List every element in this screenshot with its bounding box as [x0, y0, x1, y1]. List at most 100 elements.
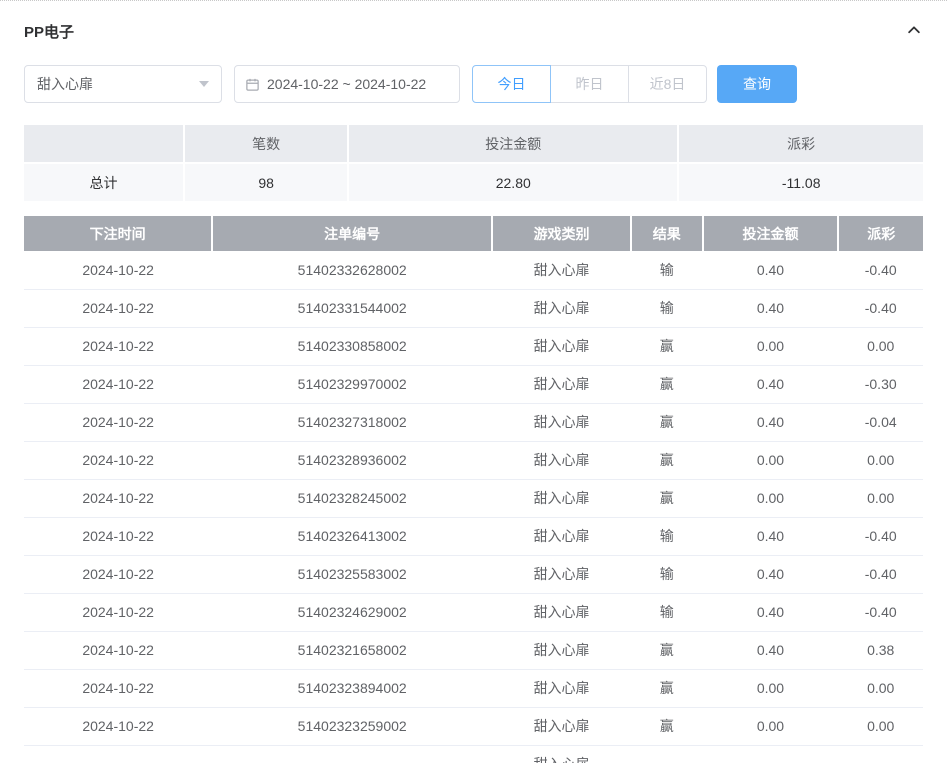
caret-down-icon — [199, 81, 209, 87]
table-cell: 甜入心扉 — [492, 745, 631, 763]
table-cell: -0.40 — [838, 517, 923, 555]
table-cell: 甜入心扉 — [492, 517, 631, 555]
table-cell: -0.40 — [838, 251, 923, 289]
table-cell: 2024-10-22 — [24, 479, 212, 517]
table-row: 总计9822.80-11.08 — [24, 163, 923, 201]
table-cell: 51402327318002 — [212, 403, 492, 441]
table-row: 2024-10-2251402326413002甜入心扉输0.40-0.40 — [24, 517, 923, 555]
quick-filter-yesterday[interactable]: 昨日 — [550, 65, 629, 103]
table-cell: 甜入心扉 — [492, 365, 631, 403]
calendar-icon — [245, 77, 260, 92]
column-header: 投注金额 — [703, 216, 839, 251]
column-header — [24, 125, 184, 163]
search-button[interactable]: 查询 — [717, 65, 797, 103]
table-row: 2024-10-2251402323259002甜入心扉赢0.000.00 — [24, 707, 923, 745]
panel-pp-electronic: PP电子 甜入心扉 2024-10-22 ~ 2024-10-22 — [0, 0, 947, 763]
table-cell: 51402323259002 — [212, 707, 492, 745]
table-cell: 2024-10-22 — [24, 403, 212, 441]
summary-table: 笔数投注金额派彩 总计9822.80-11.08 — [24, 125, 923, 201]
table-cell — [631, 745, 702, 763]
game-select-value: 甜入心扉 — [37, 74, 93, 94]
date-range-value: 2024-10-22 ~ 2024-10-22 — [267, 76, 426, 92]
table-row: 2024-10-2251402324629002甜入心扉输0.40-0.40 — [24, 593, 923, 631]
column-header: 派彩 — [838, 216, 923, 251]
table-row: 甜入心扉 — [24, 745, 923, 763]
table-cell: 98 — [184, 163, 348, 201]
table-cell: 51402332628002 — [212, 251, 492, 289]
table-cell: 0.40 — [703, 365, 839, 403]
table-cell: 甜入心扉 — [492, 441, 631, 479]
table-cell: 输 — [631, 517, 702, 555]
table-cell: 赢 — [631, 403, 702, 441]
table-cell: 甜入心扉 — [492, 707, 631, 745]
table-cell: 0.00 — [703, 441, 839, 479]
table-cell: 2024-10-22 — [24, 517, 212, 555]
table-cell: 赢 — [631, 631, 702, 669]
table-cell: 51402328936002 — [212, 441, 492, 479]
table-cell: 2024-10-22 — [24, 251, 212, 289]
game-select[interactable]: 甜入心扉 — [24, 65, 222, 103]
table-cell: 甜入心扉 — [492, 669, 631, 707]
table-cell — [212, 745, 492, 763]
column-header: 注单编号 — [212, 216, 492, 251]
table-cell: 51402331544002 — [212, 289, 492, 327]
table-cell: 51402324629002 — [212, 593, 492, 631]
table-row: 2024-10-2251402321658002甜入心扉赢0.400.38 — [24, 631, 923, 669]
column-header: 笔数 — [184, 125, 348, 163]
quick-filter-today[interactable]: 今日 — [472, 65, 551, 103]
summary-header-row: 笔数投注金额派彩 — [24, 125, 923, 163]
table-cell: 总计 — [24, 163, 184, 201]
table-cell — [24, 745, 212, 763]
table-cell: 甜入心扉 — [492, 555, 631, 593]
panel-title: PP电子 — [24, 21, 74, 42]
table-row: 2024-10-2251402332628002甜入心扉输0.40-0.40 — [24, 251, 923, 289]
table-cell: 2024-10-22 — [24, 289, 212, 327]
table-cell: 51402321658002 — [212, 631, 492, 669]
table-cell: 51402328245002 — [212, 479, 492, 517]
panel-header: PP电子 — [24, 11, 923, 51]
table-header-row: 下注时间注单编号游戏类别结果投注金额派彩 — [24, 216, 923, 251]
table-cell: -0.30 — [838, 365, 923, 403]
table-cell: 0.40 — [703, 593, 839, 631]
table-cell: 51402329970002 — [212, 365, 492, 403]
table-cell: 2024-10-22 — [24, 631, 212, 669]
table-cell: 甜入心扉 — [492, 251, 631, 289]
collapse-button[interactable] — [905, 21, 923, 42]
quick-filter-last8days[interactable]: 近8日 — [628, 65, 707, 103]
quick-filter-group: 今日 昨日 近8日 — [472, 65, 707, 103]
table-row: 2024-10-2251402327318002甜入心扉赢0.40-0.04 — [24, 403, 923, 441]
chevron-up-icon — [905, 21, 923, 42]
date-range-input[interactable]: 2024-10-22 ~ 2024-10-22 — [234, 65, 460, 103]
table-cell: 输 — [631, 555, 702, 593]
table-cell: 输 — [631, 289, 702, 327]
table-cell — [838, 745, 923, 763]
table-cell: 0.00 — [838, 479, 923, 517]
table-cell: 赢 — [631, 707, 702, 745]
table-cell: 0.00 — [838, 327, 923, 365]
column-header: 投注金额 — [348, 125, 678, 163]
table-row: 2024-10-2251402323894002甜入心扉赢0.000.00 — [24, 669, 923, 707]
table-cell: 甜入心扉 — [492, 327, 631, 365]
table-cell: 2024-10-22 — [24, 327, 212, 365]
table-cell: 赢 — [631, 669, 702, 707]
table-row: 2024-10-2251402325583002甜入心扉输0.40-0.40 — [24, 555, 923, 593]
table-cell: 2024-10-22 — [24, 707, 212, 745]
table-cell: 51402325583002 — [212, 555, 492, 593]
column-header: 游戏类别 — [492, 216, 631, 251]
table-row: 2024-10-2251402331544002甜入心扉输0.40-0.40 — [24, 289, 923, 327]
table-cell: 赢 — [631, 441, 702, 479]
column-header: 派彩 — [678, 125, 923, 163]
column-header: 下注时间 — [24, 216, 212, 251]
table-cell: 0.40 — [703, 517, 839, 555]
table-cell: 甜入心扉 — [492, 289, 631, 327]
table-cell: 甜入心扉 — [492, 631, 631, 669]
table-cell: 输 — [631, 251, 702, 289]
table-row: 2024-10-2251402328245002甜入心扉赢0.000.00 — [24, 479, 923, 517]
table-cell: 0.40 — [703, 631, 839, 669]
table-cell: 2024-10-22 — [24, 593, 212, 631]
table-row: 2024-10-2251402330858002甜入心扉赢0.000.00 — [24, 327, 923, 365]
bet-records-table: 下注时间注单编号游戏类别结果投注金额派彩 2024-10-22514023326… — [24, 216, 923, 763]
filter-bar: 甜入心扉 2024-10-22 ~ 2024-10-22 今日 昨日 近8日 查… — [24, 65, 923, 103]
table-cell: 0.38 — [838, 631, 923, 669]
table-cell: 输 — [631, 593, 702, 631]
